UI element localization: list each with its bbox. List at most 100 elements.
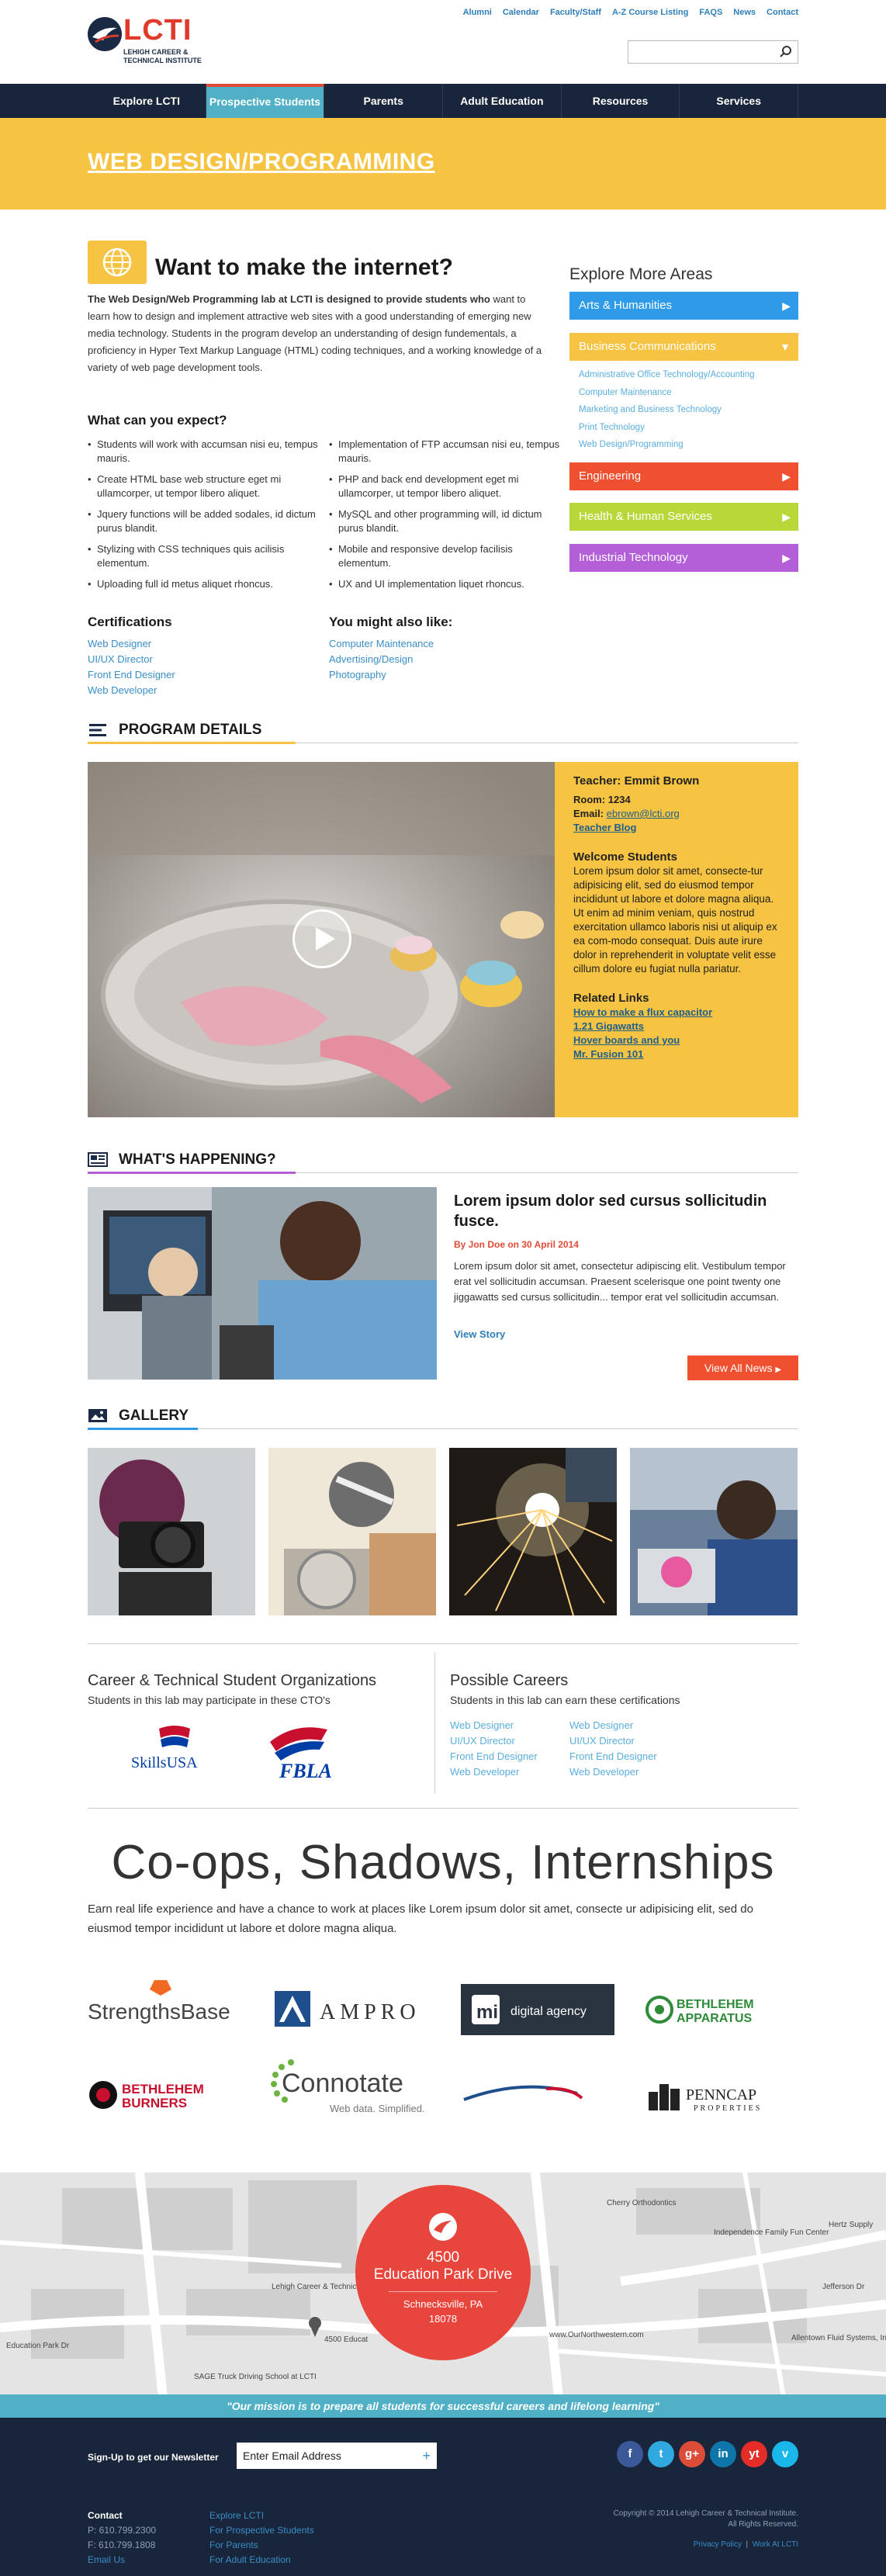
penncap-logo[interactable]: PENNCAP PROPERTIES (644, 2068, 799, 2122)
program-video[interactable] (88, 762, 555, 1117)
privacy-policy-link[interactable]: Privacy Policy (694, 2540, 742, 2549)
career-link[interactable]: UI/UX Director (569, 1733, 657, 1749)
footer-contact: Contact P: 610.799.2300 F: 610.799.1808 … (88, 2508, 156, 2567)
nav-services[interactable]: Services (680, 84, 799, 118)
gallery-image[interactable] (88, 1448, 255, 1615)
nav-explore[interactable]: Explore LCTI (88, 84, 206, 118)
email-link[interactable]: ebrown@lcti.org (607, 808, 680, 819)
area-engineering[interactable]: Engineering ▶ (569, 462, 798, 490)
svg-text:SkillsUSA: SkillsUSA (131, 1754, 198, 1771)
facebook-icon[interactable]: f (617, 2441, 643, 2467)
related-link[interactable]: Hover boards and you (573, 1034, 680, 1046)
career-link[interactable]: Web Designer (569, 1718, 657, 1733)
area-label: Health & Human Services (579, 510, 712, 523)
area-arts[interactable]: Arts & Humanities ▶ (569, 292, 798, 320)
news-title[interactable]: Lorem ipsum dolor sed cursus sollicitudi… (454, 1191, 787, 1231)
toplink-alumni[interactable]: Alumni (463, 8, 492, 17)
related-program-link[interactable]: Computer Maintenance (329, 636, 434, 652)
news-heading: WHAT'S HAPPENING? (88, 1147, 798, 1174)
cert-link[interactable]: Web Designer (88, 636, 175, 652)
search-icon[interactable] (779, 45, 793, 59)
gallery-image[interactable] (449, 1448, 617, 1615)
gallery-image[interactable] (268, 1448, 436, 1615)
toplink-news[interactable]: News (733, 8, 756, 17)
toplink-calendar[interactable]: Calendar (503, 8, 539, 17)
search-input[interactable] (628, 40, 798, 64)
digital-agency-logo[interactable]: mi digital agency (461, 1982, 614, 2037)
view-all-news-button[interactable]: View All News ▶ (687, 1356, 798, 1380)
swoosh-logo[interactable] (461, 2068, 593, 2122)
area-health[interactable]: Health & Human Services ▶ (569, 503, 798, 531)
expect-list-right: Implementation of FTP accumsan nisi eu, … (329, 438, 562, 598)
career-link[interactable]: Front End Designer (450, 1749, 538, 1764)
toplink-faqs[interactable]: FAQS (699, 8, 722, 17)
toplink-faculty[interactable]: Faculty/Staff (550, 8, 601, 17)
gallery-image[interactable] (630, 1448, 798, 1615)
list-item: Mobile and responsive develop facilisis … (329, 542, 562, 570)
toplink-contact[interactable]: Contact (767, 8, 798, 17)
column-divider (434, 1653, 435, 1794)
related-link[interactable]: How to make a flux capacitor (573, 1006, 712, 1018)
footer-link[interactable]: For Parents (209, 2538, 314, 2553)
career-link[interactable]: Web Developer (569, 1764, 657, 1780)
list-item: Create HTML base web structure eget mi u… (88, 473, 320, 500)
news-photo[interactable] (88, 1187, 437, 1380)
sub-link[interactable]: Marketing and Business Technology (579, 401, 755, 419)
google-plus-icon[interactable]: g+ (679, 2441, 705, 2467)
nav-parents[interactable]: Parents (324, 84, 444, 118)
svg-text:FBLA: FBLA (279, 1760, 332, 1781)
nav-adult-ed[interactable]: Adult Education (443, 84, 562, 118)
svg-text:4500 Educat: 4500 Educat (324, 2335, 368, 2344)
nav-resources[interactable]: Resources (562, 84, 680, 118)
nav-prospective[interactable]: Prospective Students (206, 84, 325, 118)
linkedin-icon[interactable]: in (710, 2441, 736, 2467)
bethlehem-apparatus-logo[interactable]: BETHLEHEM APPARATUS (644, 1982, 799, 2037)
toplink-az[interactable]: A-Z Course Listing (612, 8, 688, 17)
strengthsbase-logo[interactable]: StrengthsBase (88, 1979, 243, 2033)
ampro-logo[interactable]: AMPRO (273, 1982, 428, 2037)
play-icon[interactable] (292, 909, 351, 968)
newsletter-label: Sign-Up to get our Newsletter (88, 2452, 219, 2463)
sub-link[interactable]: Administrative Office Technology/Account… (579, 366, 755, 384)
bethlehem-burners-logo[interactable]: BETHLEHEM BURNERS (88, 2068, 243, 2122)
related-program-link[interactable]: Photography (329, 667, 434, 683)
career-link[interactable]: Front End Designer (569, 1749, 657, 1764)
teacher-blog-link[interactable]: Teacher Blog (573, 822, 636, 833)
related-program-link[interactable]: Advertising/Design (329, 652, 434, 667)
sub-link[interactable]: Print Technology (579, 419, 755, 437)
work-at-lcti-link[interactable]: Work At LCTI (753, 2540, 798, 2549)
view-story-link[interactable]: View Story (454, 1328, 505, 1340)
connotate-logo[interactable]: Connotate Web data. Simplified. (268, 2056, 431, 2126)
career-link[interactable]: Web Developer (450, 1764, 538, 1780)
vimeo-icon[interactable]: v (772, 2441, 798, 2467)
newsletter-email-field[interactable]: Enter Email Address + (237, 2443, 437, 2469)
cert-link[interactable]: UI/UX Director (88, 652, 175, 667)
skillsusa-logo[interactable]: SkillsUSA (128, 1721, 221, 1775)
related-link[interactable]: 1.21 Gigawatts (573, 1020, 644, 1032)
intro-title: Want to make the internet? (155, 254, 453, 280)
email-us-link[interactable]: Email Us (88, 2553, 156, 2567)
career-link[interactable]: Web Designer (450, 1718, 538, 1733)
svg-text:digital agency: digital agency (510, 2005, 587, 2018)
footer-link[interactable]: For Prospective Students (209, 2523, 314, 2538)
sparks-photo (449, 1448, 617, 1615)
sub-link[interactable]: Computer Maintenance (579, 384, 755, 402)
sub-link[interactable]: Web Design/Programming (579, 436, 755, 454)
footer-link[interactable]: Explore LCTI (209, 2508, 314, 2523)
twitter-icon[interactable]: t (648, 2441, 674, 2467)
contact-title: Contact (88, 2510, 123, 2521)
area-industrial[interactable]: Industrial Technology ▶ (569, 544, 798, 572)
fbla-logo[interactable]: FBLA (256, 1719, 349, 1782)
youtube-icon[interactable]: yt (741, 2441, 767, 2467)
footer-link[interactable]: For Adult Education (209, 2553, 314, 2567)
plus-icon[interactable]: + (422, 2443, 431, 2469)
related-link[interactable]: Mr. Fusion 101 (573, 1048, 643, 1060)
cert-link[interactable]: Front End Designer (88, 667, 175, 683)
address-zip: 18078 (428, 2313, 458, 2325)
cert-link[interactable]: Web Developer (88, 683, 175, 698)
section-underline (88, 1172, 296, 1174)
career-link[interactable]: UI/UX Director (450, 1733, 538, 1749)
area-business[interactable]: Business Communications ▼ (569, 333, 798, 361)
lcti-logo[interactable]: LCTI Lehigh Career & Technical Institute (88, 14, 212, 68)
welding-student-photo (268, 1448, 436, 1615)
